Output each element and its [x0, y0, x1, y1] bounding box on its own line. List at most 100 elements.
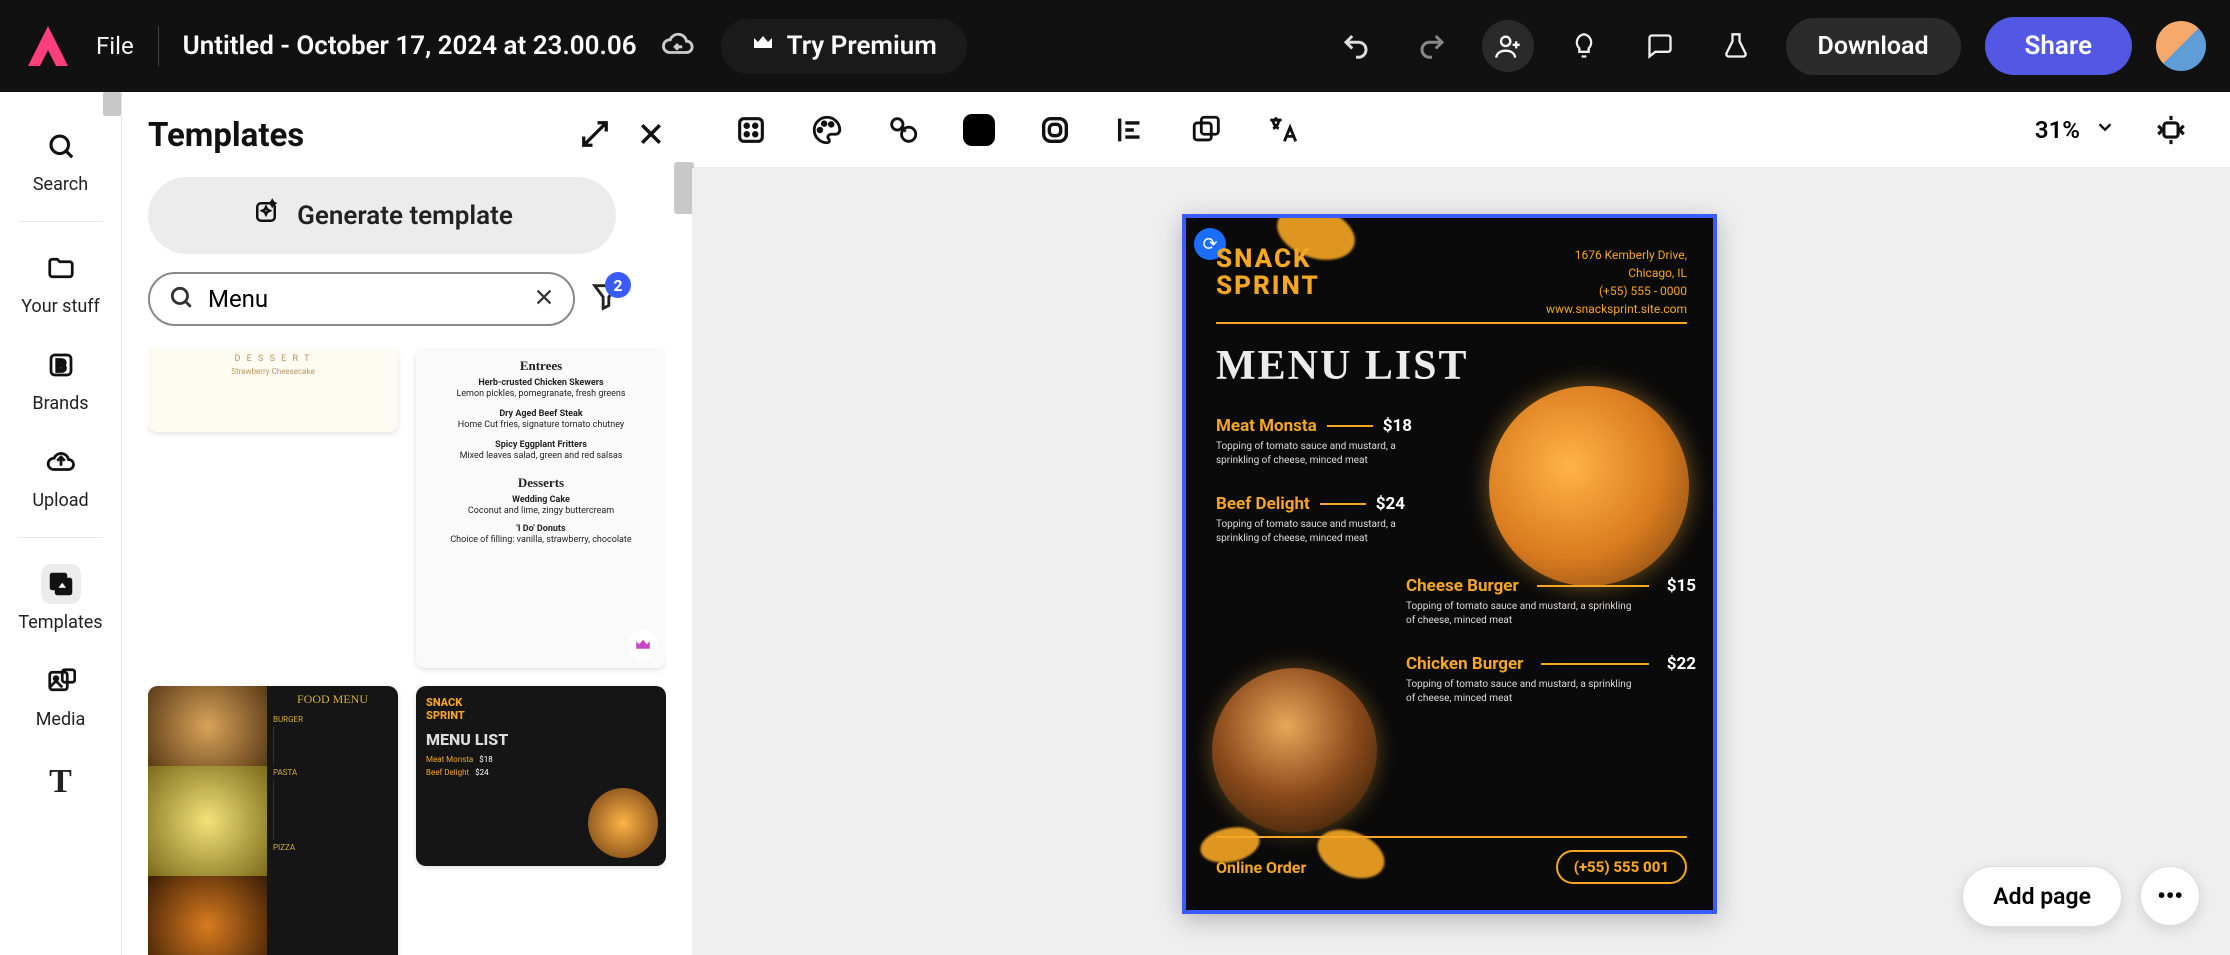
- add-page-button[interactable]: Add page: [1962, 866, 2122, 927]
- text-icon: T: [41, 762, 81, 802]
- order-phone-pill: (+55) 555 001: [1556, 850, 1687, 884]
- menu-item-row[interactable]: Beef Delight $24: [1216, 494, 1405, 514]
- chevron-down-icon: [2094, 116, 2116, 144]
- color-palette-icon[interactable]: [806, 109, 848, 151]
- rail-item-media[interactable]: Media: [0, 651, 121, 740]
- template-search-field[interactable]: [148, 272, 575, 326]
- rail-label: Search: [33, 174, 88, 195]
- layers-tool-icon[interactable]: [1186, 109, 1228, 151]
- pizza-image[interactable]: [1489, 386, 1689, 586]
- template-search-input[interactable]: [208, 285, 519, 313]
- media-icon: [41, 661, 81, 701]
- fit-tool-icon[interactable]: [2150, 109, 2192, 151]
- tpl-item-desc: Choice of filling: vanilla, strawberry, …: [430, 535, 652, 545]
- template-thumb[interactable]: SNACK SPRINT MENU LIST Meat Monsta$18 Be…: [416, 686, 666, 866]
- tpl-item: Meat Monsta: [426, 755, 473, 764]
- tpl-item: Dry Aged Beef Steak: [430, 409, 652, 419]
- contact-block[interactable]: 1676 Kemberly Drive, Chicago, IL (+55) 5…: [1546, 246, 1687, 318]
- templates-icon: [41, 564, 81, 604]
- zoom-dropdown[interactable]: 31%: [2035, 116, 2116, 144]
- menu-item-desc[interactable]: Topping of tomato sauce and mustard, a s…: [1216, 518, 1426, 546]
- crop-tool-icon[interactable]: [730, 109, 772, 151]
- add-collaborator-button[interactable]: [1482, 20, 1534, 72]
- brand-title[interactable]: SNACK SPRINT: [1216, 246, 1320, 301]
- price-leader: [1537, 585, 1649, 587]
- panel-scrollbar[interactable]: [674, 162, 694, 214]
- rail-scrollbar[interactable]: [103, 92, 121, 116]
- contact-line: Chicago, IL: [1546, 264, 1687, 282]
- clear-search-icon[interactable]: [533, 286, 555, 312]
- try-premium-button[interactable]: Try Premium: [719, 17, 969, 76]
- menu-item-price: $24: [1376, 494, 1405, 514]
- tpl-item: Beef Delight: [426, 768, 469, 777]
- menu-item-desc[interactable]: Topping of tomato sauce and mustard, a s…: [1216, 440, 1426, 468]
- template-thumb[interactable]: FOOD MENU BURGER PASTA PIZZA: [148, 686, 398, 955]
- translate-tool-icon[interactable]: [1262, 109, 1304, 151]
- menu-item-desc[interactable]: Topping of tomato sauce and mustard, a s…: [1406, 678, 1636, 706]
- rail-item-upload[interactable]: Upload: [0, 432, 121, 521]
- outline-swatch-icon[interactable]: [1034, 109, 1076, 151]
- template-thumb[interactable]: D E S S E R T Strawberry Cheesecake: [148, 348, 398, 432]
- rail-separator: [18, 537, 103, 538]
- contact-line: 1676 Kemberly Drive,: [1546, 246, 1687, 264]
- cloud-sync-icon[interactable]: [661, 27, 695, 65]
- divider: [1216, 836, 1687, 838]
- menu-item-row[interactable]: Chicken Burger $22: [1406, 654, 1696, 674]
- order-row[interactable]: Online Order (+55) 555 001: [1216, 850, 1687, 884]
- tpl-item: 'I Do' Donuts: [430, 524, 652, 534]
- undo-button[interactable]: [1330, 20, 1382, 72]
- expand-panel-icon[interactable]: [580, 119, 610, 153]
- fill-color-swatch[interactable]: [958, 109, 1000, 151]
- close-panel-icon[interactable]: [636, 119, 666, 153]
- rail-label: Brands: [32, 393, 88, 414]
- tpl-item-desc: Coconut and lime, zingy buttercream: [430, 506, 652, 516]
- search-icon: [168, 284, 194, 314]
- file-menu[interactable]: File: [96, 32, 134, 60]
- beaker-icon[interactable]: [1710, 20, 1762, 72]
- templates-panel: Templates Generate template 2: [122, 92, 692, 955]
- shapes-tool-icon[interactable]: [882, 109, 924, 151]
- canvas-area: 31% ⟳ SNACK SPRINT 1676 Kemberly Drive, …: [692, 92, 2230, 955]
- price-leader: [1541, 663, 1648, 665]
- menu-item-row[interactable]: Meat Monsta $18: [1216, 416, 1412, 436]
- menu-item-desc[interactable]: Topping of tomato sauce and mustard, a s…: [1406, 600, 1636, 628]
- panel-title: Templates: [148, 116, 304, 155]
- generate-template-button[interactable]: Generate template: [148, 177, 616, 254]
- tpl-title: FOOD MENU: [273, 692, 392, 707]
- filter-button[interactable]: 2: [589, 280, 623, 318]
- rail-item-text[interactable]: T: [0, 752, 121, 812]
- brands-icon: B: [41, 345, 81, 385]
- comment-icon[interactable]: [1634, 20, 1686, 72]
- more-options-button[interactable]: •••: [2140, 866, 2200, 926]
- premium-label: Try Premium: [787, 31, 937, 61]
- tpl-heading: Desserts: [430, 475, 652, 491]
- share-button[interactable]: Share: [1985, 17, 2132, 75]
- menu-title[interactable]: MENU LIST: [1216, 342, 1469, 390]
- menu-item-row[interactable]: Cheese Burger $15: [1406, 576, 1696, 596]
- rail-item-your-stuff[interactable]: Your stuff: [0, 238, 121, 327]
- rail-item-templates[interactable]: Templates: [0, 554, 121, 643]
- rail-separator: [18, 221, 103, 222]
- search-icon: [41, 126, 81, 166]
- align-tool-icon[interactable]: [1110, 109, 1152, 151]
- tpl-brand: SPRINT: [426, 709, 656, 722]
- template-thumb[interactable]: Entrees Herb-crusted Chicken Skewers Lem…: [416, 348, 666, 668]
- rail-item-search[interactable]: Search: [0, 116, 121, 205]
- tpl-item-desc: Lemon pickles, pomegranate, fresh greens: [430, 389, 652, 399]
- rail-label: Media: [36, 709, 86, 730]
- user-avatar[interactable]: [2156, 21, 2206, 71]
- menu-item-name: Meat Monsta: [1216, 416, 1317, 436]
- rail-item-brands[interactable]: B Brands: [0, 335, 121, 424]
- context-toolbar: 31%: [692, 92, 2230, 168]
- tpl-item: Wedding Cake: [430, 495, 652, 505]
- tpl-price: $18: [479, 755, 493, 764]
- ideas-icon[interactable]: [1558, 20, 1610, 72]
- document-canvas[interactable]: ⟳ SNACK SPRINT 1676 Kemberly Drive, Chic…: [1182, 214, 1717, 914]
- canvas-stage[interactable]: ⟳ SNACK SPRINT 1676 Kemberly Drive, Chic…: [692, 168, 2230, 955]
- contact-line: (+55) 555 - 0000: [1546, 282, 1687, 300]
- burger-image[interactable]: [1212, 668, 1377, 833]
- redo-button[interactable]: [1406, 20, 1458, 72]
- download-button[interactable]: Download: [1786, 18, 1961, 75]
- document-title[interactable]: Untitled - October 17, 2024 at 23.00.06: [183, 31, 637, 61]
- brand-line1: SNACK: [1216, 246, 1320, 273]
